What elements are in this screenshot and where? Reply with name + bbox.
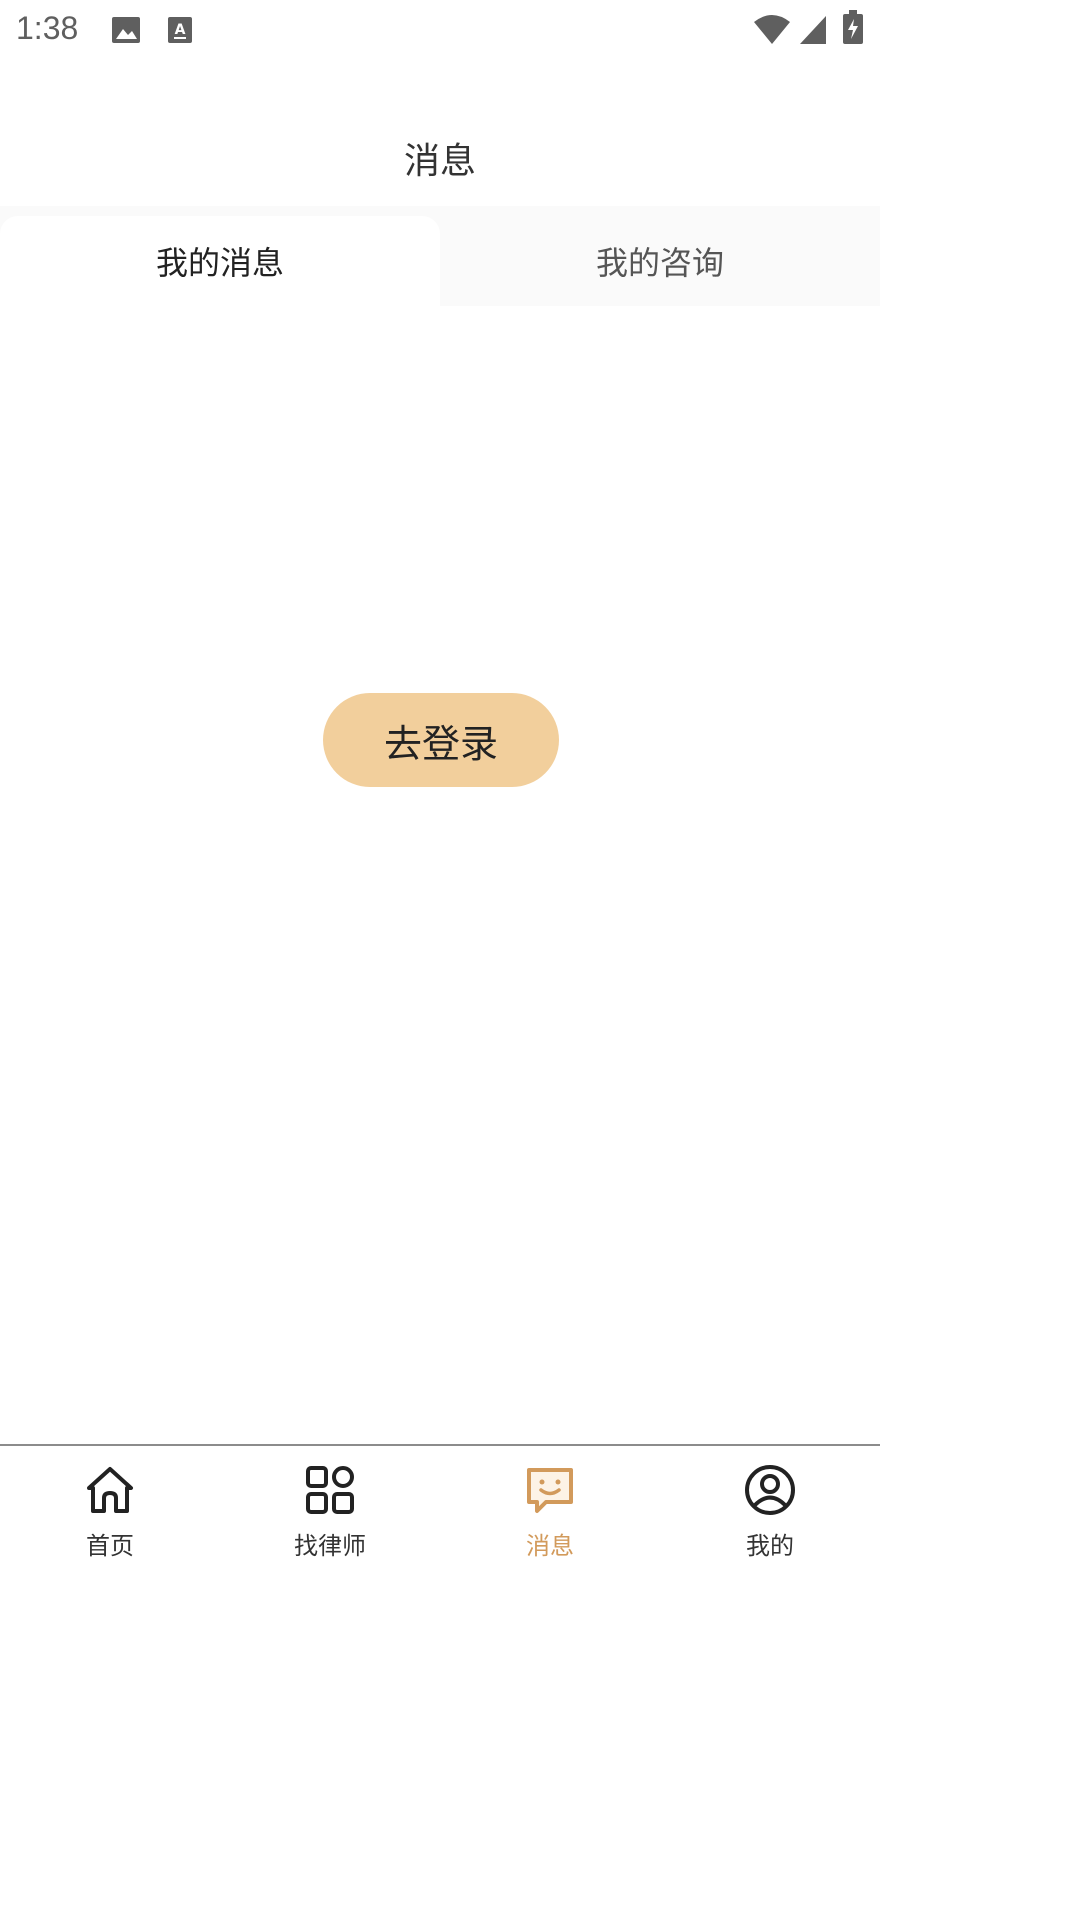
signal-icon [800,16,826,44]
nav-label-profile: 我的 [746,1532,794,1560]
nav-label-home: 首页 [86,1532,134,1560]
message-icon [527,1468,573,1513]
keyboard-notification-icon: A [168,17,192,43]
status-bar: 1:38 A [0,0,880,62]
login-button[interactable]: 去登录 [323,693,559,787]
nav-item-find-lawyer[interactable]: 找律师 [220,1446,440,1568]
tab-my-messages[interactable]: 我的消息 [0,216,440,306]
bottom-nav: 首页 找律师 消息 我的 [0,1444,880,1568]
profile-icon [745,1465,795,1515]
wifi-icon [754,15,790,44]
home-icon [87,1467,133,1513]
tab-bar: 我的消息 我的咨询 [0,206,880,306]
grid-icon [306,1466,354,1514]
nav-item-home[interactable]: 首页 [0,1446,220,1568]
nav-item-messages[interactable]: 消息 [440,1446,660,1568]
status-time: 1:38 [16,10,79,46]
image-notification-icon [112,17,140,43]
header: 消息 [0,62,880,206]
nav-label-messages: 消息 [526,1532,574,1560]
page-title: 消息 [403,141,476,182]
nav-item-profile[interactable]: 我的 [660,1446,880,1568]
nav-label-find-lawyer: 找律师 [294,1532,366,1560]
battery-icon [843,10,863,44]
svg-text:A: A [175,22,186,38]
tab-my-consultations[interactable]: 我的咨询 [440,216,880,306]
